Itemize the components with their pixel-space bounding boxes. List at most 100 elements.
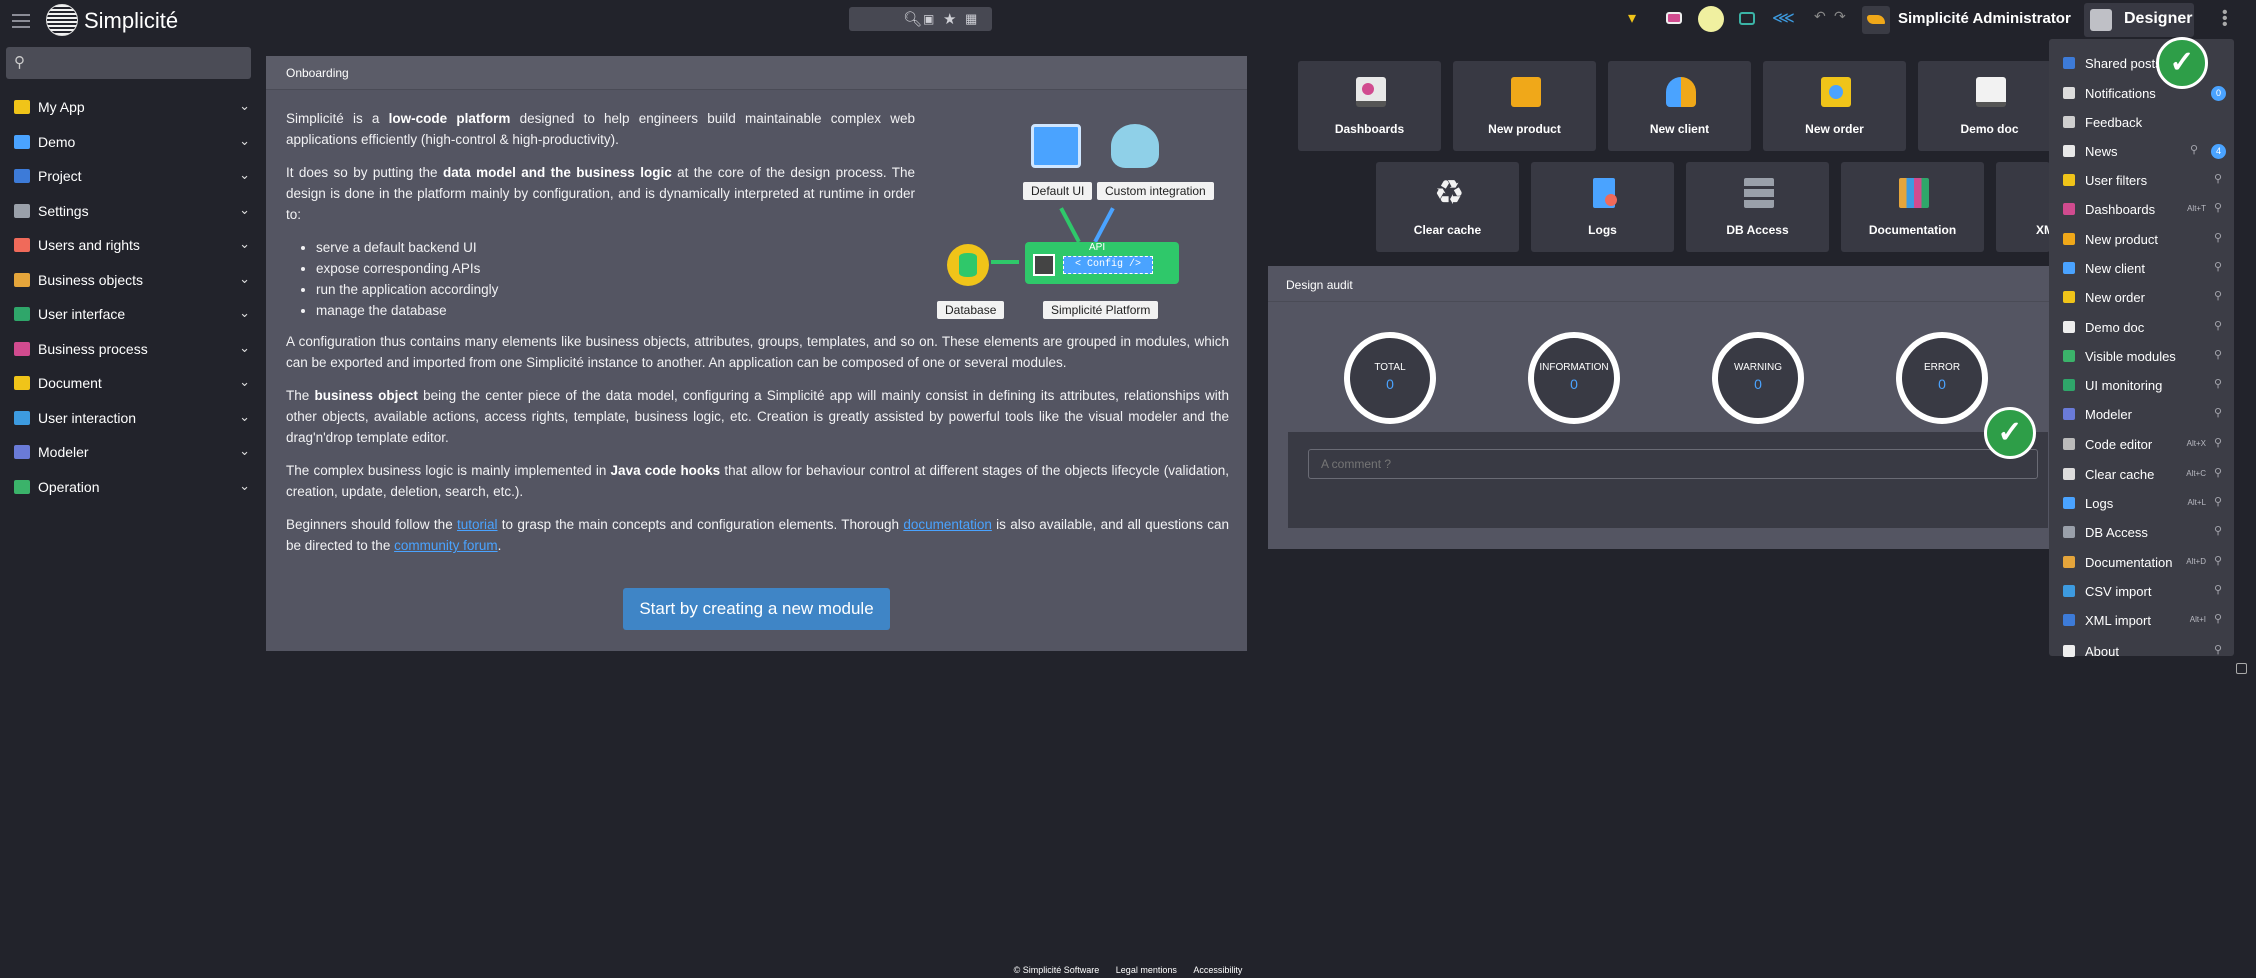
chevron-down-icon[interactable]: ⌄ [239, 443, 250, 459]
chevron-down-icon[interactable]: ⌄ [239, 340, 250, 356]
shortcut-logs[interactable]: Logs [1531, 162, 1674, 252]
shortcut-xml[interactable]: XM [1996, 162, 2054, 252]
chevron-down-icon[interactable]: ⌄ [239, 374, 250, 390]
menu-item-notifications[interactable]: Notifications 0 [2049, 79, 2234, 108]
sidebar-item-project[interactable]: Project ⌄ [0, 159, 258, 194]
menu-item-new-product[interactable]: New product ⚲ [2049, 225, 2234, 254]
comment-input[interactable] [1308, 449, 2038, 479]
menu-search-input[interactable]: ⚲ [6, 47, 251, 79]
pin-icon[interactable]: ⚲ [2214, 524, 2222, 537]
menu-toggle-icon[interactable] [12, 10, 30, 30]
designer-button[interactable]: Designer [2084, 3, 2194, 37]
search-icon[interactable]: 🔍︎ [903, 10, 922, 28]
menu-item-db-access[interactable]: DB Access ⚲ [2049, 518, 2234, 547]
admin-avatar[interactable] [1862, 6, 1890, 34]
metric-information[interactable]: INFORMATION 0 [1528, 332, 1620, 424]
pin-icon[interactable]: ⚲ [2214, 201, 2222, 214]
documentation-link[interactable]: documentation [903, 517, 992, 532]
sidebar-item-business-process[interactable]: Business process ⌄ [0, 332, 258, 367]
menu-item-code-editor[interactable]: Code editor Alt+X ⚲ [2049, 430, 2234, 459]
menu-item-about[interactable]: About ⚲ [2049, 637, 2234, 666]
sidebar-item-user-interface[interactable]: User interface ⌄ [0, 297, 258, 332]
pin-icon[interactable]: ⚲ [2214, 466, 2222, 479]
shortcut-new-order[interactable]: New order [1763, 61, 1906, 151]
chevron-down-icon[interactable]: ⌄ [239, 236, 250, 252]
sidebar-item-settings[interactable]: Settings ⌄ [0, 194, 258, 229]
pin-icon[interactable]: ⚲ [2214, 583, 2222, 596]
legal-mentions-link[interactable]: Legal mentions [1116, 965, 1177, 975]
menu-item-csv-import[interactable]: CSV import ⚲ [2049, 577, 2234, 606]
pin-icon[interactable]: ⚲ [2214, 643, 2222, 656]
metric-warning[interactable]: WARNING 0 [1712, 332, 1804, 424]
sidebar-item-document[interactable]: Document ⌄ [0, 366, 258, 401]
shortcut-documentation[interactable]: Documentation [1841, 162, 1984, 252]
chevron-down-icon[interactable]: ⌄ [239, 305, 250, 321]
collapse-icon[interactable] [2236, 663, 2247, 674]
menu-item-ui-monitoring[interactable]: UI monitoring ⚲ [2049, 371, 2234, 400]
pin-icon[interactable]: ⚲ [2214, 406, 2222, 419]
sidebar-item-modeler[interactable]: Modeler ⌄ [0, 435, 258, 470]
accessibility-link[interactable]: Accessibility [1193, 965, 1242, 975]
shortcut-new-product[interactable]: New product [1453, 61, 1596, 151]
menu-item-news[interactable]: News 4 ⚲ [2049, 137, 2234, 166]
chevron-down-icon[interactable]: ⌄ [239, 167, 250, 183]
menu-item-user-filters[interactable]: User filters ⚲ [2049, 166, 2234, 195]
sidebar-item-users-and-rights[interactable]: Users and rights ⌄ [0, 228, 258, 263]
more-options-icon[interactable]: • • • [2222, 5, 2228, 33]
pin-icon[interactable]: ⚲ [2214, 172, 2222, 185]
menu-item-new-order[interactable]: New order ⚲ [2049, 283, 2234, 312]
admin-name[interactable]: Simplicité Administrator [1898, 10, 2071, 27]
chevron-down-icon[interactable]: ⌄ [239, 98, 250, 114]
grid-icon[interactable]: ▦ [965, 11, 977, 27]
pin-icon[interactable]: ⚲ [2214, 495, 2222, 508]
shortcut-new-client[interactable]: New client [1608, 61, 1751, 151]
menu-item-xml-import[interactable]: XML import Alt+I ⚲ [2049, 606, 2234, 635]
create-module-button[interactable]: Start by creating a new module [623, 588, 890, 630]
chevron-down-icon[interactable]: ⌄ [239, 409, 250, 425]
sidebar-item-my-app[interactable]: My App ⌄ [0, 90, 258, 125]
menu-item-documentation[interactable]: Documentation Alt+D ⚲ [2049, 548, 2234, 577]
undo-icon[interactable]: ↶ [1814, 8, 1836, 30]
pin-icon[interactable]: ⚲ [2214, 612, 2222, 625]
dashboard-icon[interactable] [1666, 12, 1682, 24]
metric-error[interactable]: ERROR 0 [1896, 332, 1988, 424]
pin-icon[interactable]: ⚲ [2214, 289, 2222, 302]
filter-icon[interactable]: ▾ [1628, 8, 1650, 30]
shortcut-clear-cache[interactable]: ♻ Clear cache [1376, 162, 1519, 252]
shortcut-db-access[interactable]: DB Access [1686, 162, 1829, 252]
chevron-down-icon[interactable]: ⌄ [239, 271, 250, 287]
pin-icon[interactable]: ⚲ [2214, 348, 2222, 361]
community-forum-link[interactable]: community forum [394, 538, 498, 553]
menu-item-logs[interactable]: Logs Alt+L ⚲ [2049, 489, 2234, 518]
pin-icon[interactable]: ⚲ [2214, 260, 2222, 273]
tutorial-link[interactable]: tutorial [457, 517, 498, 532]
sidebar-item-operation[interactable]: Operation ⌄ [0, 470, 258, 505]
menu-item-new-client[interactable]: New client ⚲ [2049, 254, 2234, 283]
menu-item-feedback[interactable]: Feedback [2049, 108, 2234, 137]
pin-icon[interactable]: ⚲ [2190, 143, 2198, 156]
pin-icon[interactable]: ⚲ [2214, 377, 2222, 390]
pin-icon[interactable]: ⚲ [2214, 554, 2222, 567]
sidebar-item-user-interaction[interactable]: User interaction ⌄ [0, 401, 258, 436]
shortcut-dashboards[interactable]: Dashboards [1298, 61, 1441, 151]
menu-item-dashboards[interactable]: Dashboards Alt+T ⚲ [2049, 195, 2234, 224]
redo-icon[interactable]: ↷ [1834, 8, 1856, 30]
calendar-icon[interactable]: ▣ [923, 12, 934, 26]
pin-icon[interactable]: ⚲ [2214, 436, 2222, 449]
modules-icon[interactable] [1698, 6, 1724, 32]
shortcut-demo-doc[interactable]: Demo doc [1918, 61, 2061, 151]
chevron-down-icon[interactable]: ⌄ [239, 202, 250, 218]
pin-icon[interactable]: ⚲ [2214, 231, 2222, 244]
menu-item-modeler[interactable]: Modeler ⚲ [2049, 400, 2234, 429]
star-icon[interactable]: ★ [943, 10, 956, 28]
chevron-down-icon[interactable]: ⌄ [239, 478, 250, 494]
menu-item-visible-modules[interactable]: Visible modules ⚲ [2049, 342, 2234, 371]
monitor-icon[interactable] [1739, 12, 1755, 25]
chevron-down-icon[interactable]: ⌄ [239, 133, 250, 149]
sidebar-item-business-objects[interactable]: Business objects ⌄ [0, 263, 258, 298]
sidebar-item-demo[interactable]: Demo ⌄ [0, 125, 258, 160]
menu-item-clear-cache[interactable]: Clear cache Alt+C ⚲ [2049, 460, 2234, 489]
share-icon[interactable]: ⋘ [1772, 8, 1795, 30]
metric-total[interactable]: TOTAL 0 [1344, 332, 1436, 424]
menu-item-demo-doc[interactable]: Demo doc ⚲ [2049, 313, 2234, 342]
